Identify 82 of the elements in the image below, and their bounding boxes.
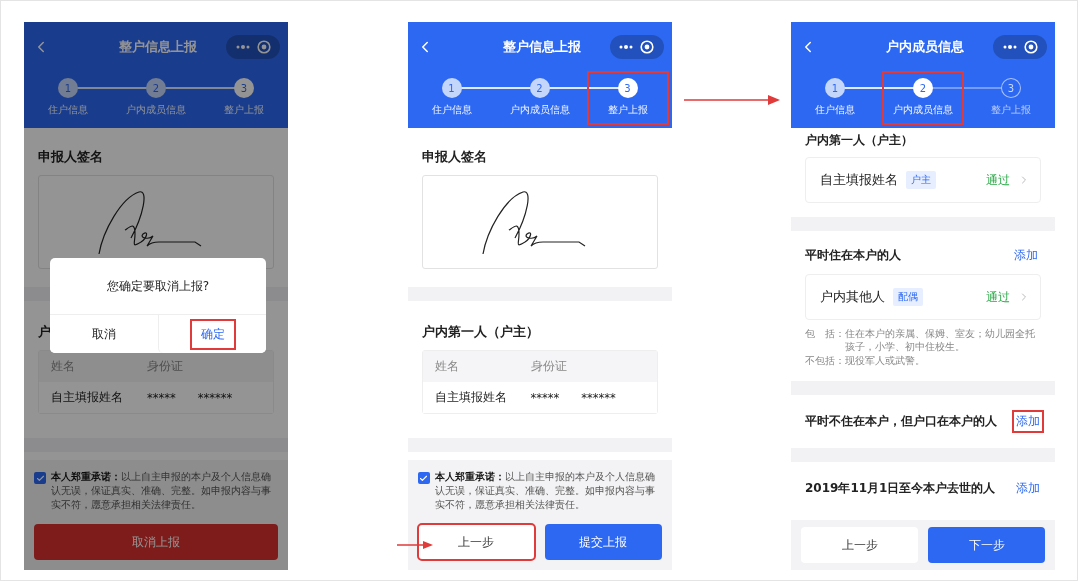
step-item[interactable]: 2 户内成员信息 <box>883 72 963 124</box>
target-icon <box>256 40 271 54</box>
add-link[interactable]: 添加 <box>1013 411 1043 432</box>
step-item[interactable]: 1 住户信息 <box>28 72 108 124</box>
section-title: 户内第一人（户主） <box>421 323 539 341</box>
target-icon <box>640 40 654 54</box>
step-label: 整户上报 <box>991 103 1031 117</box>
promise-text: 本人郑重承诺：以上自主申报的本户及个人信息确认无误，保证真实、准确、完整。如申报内容与事实不符，愿意承担相关法律责任。 <box>434 470 656 512</box>
step-item[interactable]: 3 整户上报 <box>971 72 1051 124</box>
section-title: 申报人签名 <box>38 148 103 166</box>
step-number: 3 <box>1001 78 1021 98</box>
note-label: 包 括： <box>805 327 845 341</box>
step-number: 3 <box>234 78 254 98</box>
page-title: 整户信息上报 <box>501 38 582 56</box>
checkbox[interactable] <box>34 472 46 484</box>
member-card[interactable]: 自主填报姓名 户主 通过 <box>805 157 1041 203</box>
footer-button[interactable]: 提交上报 <box>544 524 662 560</box>
step-number: 2 <box>146 78 166 98</box>
status-text: 通过 <box>986 172 1010 188</box>
column-header: 姓名 <box>51 359 76 374</box>
page-title: 整户信息上报 <box>118 38 198 56</box>
add-link[interactable]: 添加 <box>1013 478 1043 499</box>
footer-button[interactable]: 下一步 <box>928 527 1045 563</box>
table-cell-text: 自主填报姓名 <box>434 390 508 405</box>
step-item[interactable]: 3 整户上报 <box>204 72 284 124</box>
checkbox[interactable] <box>417 472 430 484</box>
note-text: 现役军人或武警。 <box>845 354 926 367</box>
step-label: 住户信息 <box>48 103 88 117</box>
footer-button[interactable]: 取消上报 <box>34 524 278 560</box>
step-label: 住户信息 <box>431 103 472 117</box>
column-header: 身份证 <box>530 359 568 374</box>
note-text: 住在本户的亲属、保姆、室友；幼儿园全托孩子，小学、初中住校生。 <box>845 327 1036 353</box>
step-label: 住户信息 <box>815 103 855 117</box>
column-header: 身份证 <box>147 359 184 374</box>
masked-id: ***** ****** <box>147 390 234 405</box>
section-title: 2019年11月1日至今本户去世的人 <box>805 480 996 497</box>
section-title: 户 <box>38 323 51 341</box>
more-icon <box>619 45 633 49</box>
member-name: 自主填报姓名 <box>820 171 898 189</box>
table-cell-text: 自主填报姓名 <box>51 390 124 405</box>
step-number: 1 <box>825 78 845 98</box>
section-title: 户内第一人（户主） <box>805 132 913 149</box>
member-card[interactable]: 户内其他人 配偶 通过 <box>805 274 1041 320</box>
add-link[interactable]: 添加 <box>1011 245 1041 266</box>
section-title: 平时不住在本户，但户口在本户的人 <box>805 413 997 430</box>
page-title: 户内成员信息 <box>885 38 965 56</box>
section-title: 平时住在本户的人 <box>805 247 901 264</box>
dialog-message: 您确定要取消上报? <box>105 277 211 295</box>
more-icon <box>1002 45 1017 49</box>
status-text: 通过 <box>986 289 1010 305</box>
step-label: 整户上报 <box>224 103 264 117</box>
step-item[interactable]: 3 整户上报 <box>587 72 668 124</box>
step-number: 1 <box>441 78 462 98</box>
dialog-button[interactable]: 确定 <box>158 315 266 353</box>
step-label: 户内成员信息 <box>126 103 186 117</box>
promise-text: 本人郑重承诺：以上自主申报的本户及个人信息确认无误，保证真实、准确、完整。如申报内容与事实不符，愿意承担相关法律责任。 <box>51 470 272 512</box>
masked-id: ***** ****** <box>530 390 617 405</box>
section-title: 申报人签名 <box>421 148 487 166</box>
arrow <box>397 541 433 549</box>
note-label: 不包括： <box>805 354 845 367</box>
step-item[interactable]: 1 住户信息 <box>795 72 875 124</box>
role-tag: 配偶 <box>893 288 923 306</box>
step-number: 2 <box>913 78 933 98</box>
step-number: 3 <box>617 78 638 98</box>
step-item[interactable]: 2 户内成员信息 <box>116 72 196 124</box>
column-header: 姓名 <box>434 359 460 374</box>
member-name: 户内其他人 <box>820 288 885 306</box>
step-number: 1 <box>58 78 78 98</box>
more-icon <box>235 45 250 49</box>
capsule-menu[interactable] <box>226 35 280 59</box>
role-tag: 户主 <box>906 171 936 189</box>
capsule-menu[interactable] <box>993 35 1047 59</box>
step-label: 户内成员信息 <box>509 103 570 117</box>
step-item[interactable]: 1 住户信息 <box>411 72 492 124</box>
capsule-menu[interactable] <box>609 35 664 59</box>
step-label: 户内成员信息 <box>893 103 953 117</box>
step-item[interactable]: 2 户内成员信息 <box>499 72 580 124</box>
step-number: 2 <box>529 78 550 98</box>
footer-button[interactable]: 上一步 <box>417 524 535 560</box>
step-label: 整户上报 <box>607 103 648 117</box>
target-icon <box>1023 40 1038 54</box>
footer-button[interactable]: 上一步 <box>801 527 918 563</box>
